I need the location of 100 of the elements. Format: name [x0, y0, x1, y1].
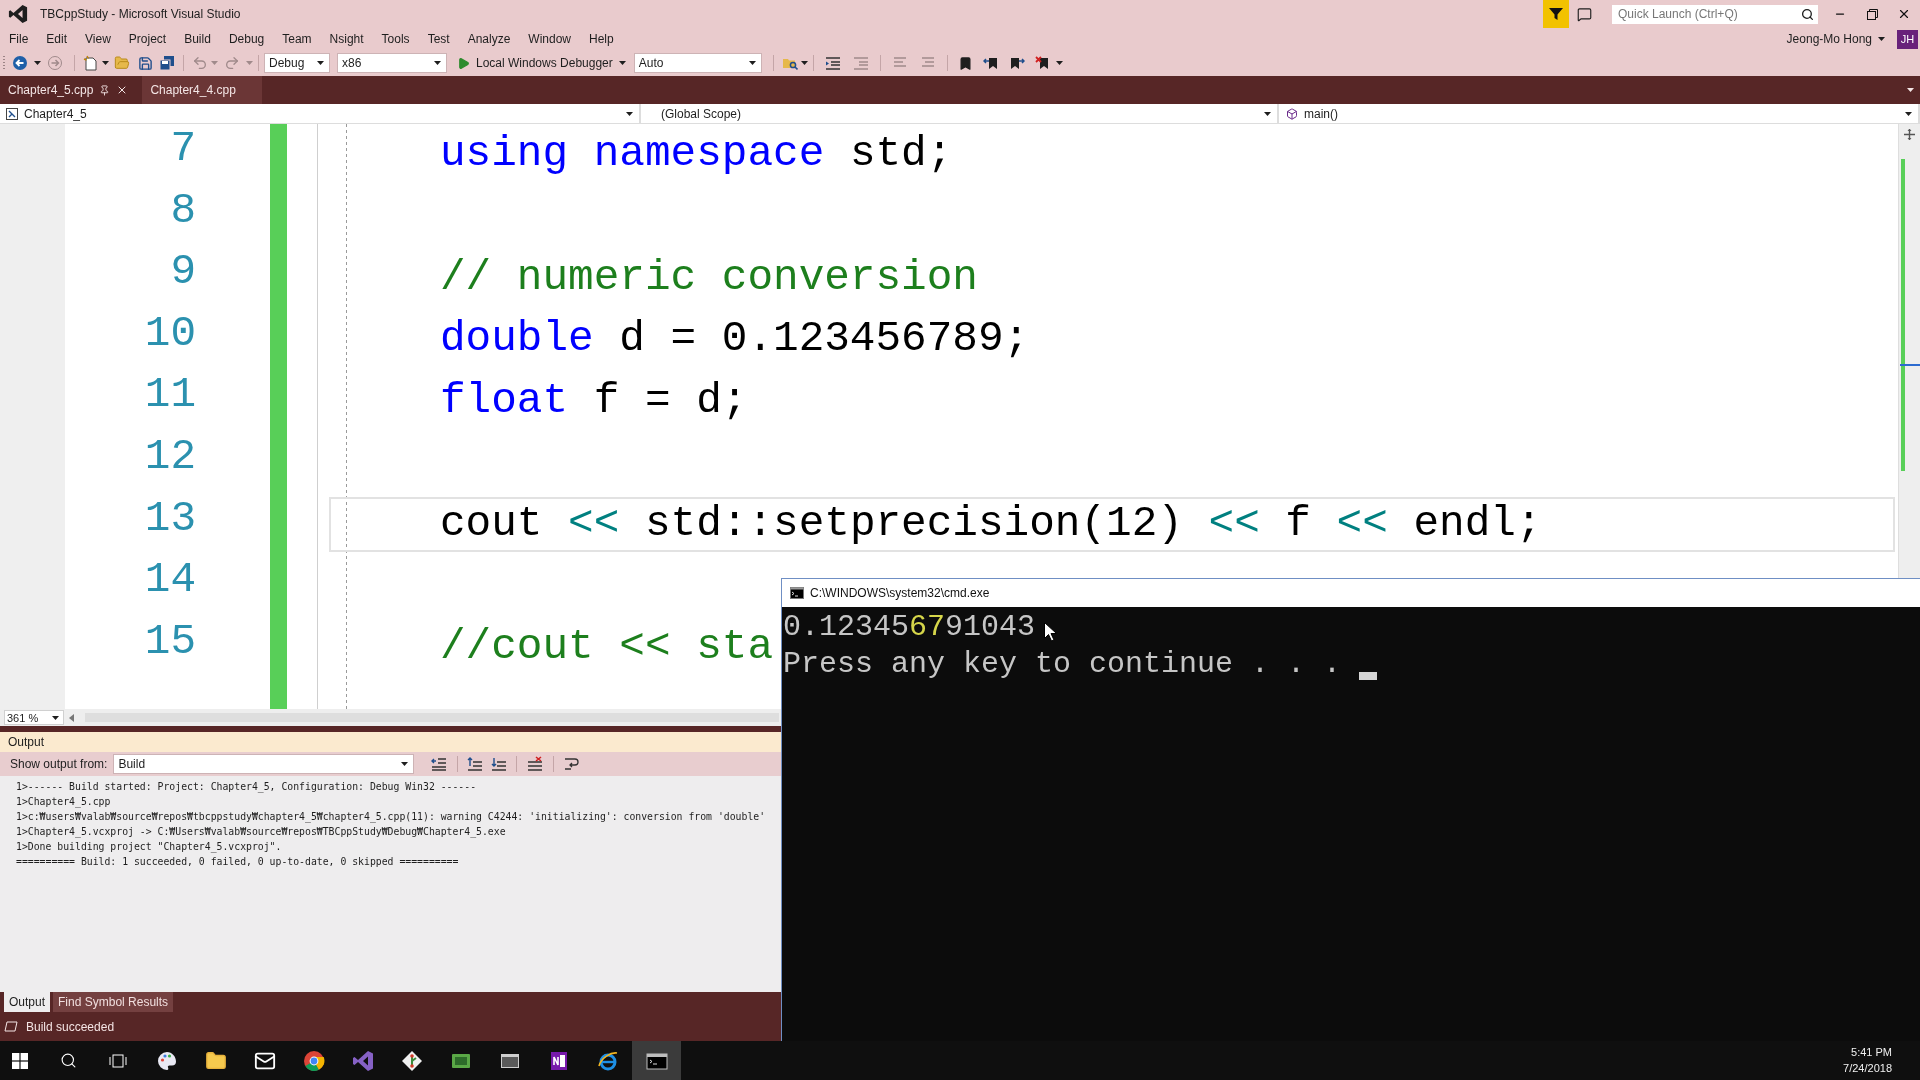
save-icon[interactable]	[138, 55, 153, 71]
output-source-dropdown[interactable]: Build	[113, 754, 415, 774]
caret-icon	[102, 61, 109, 65]
line-number: 8	[170, 185, 196, 237]
code-line: cout << std::setprecision(12) << f << endl;	[440, 503, 1542, 546]
panel-tab[interactable]: Find Symbol Results	[53, 992, 174, 1012]
ribbon-logo-icon[interactable]	[351, 1049, 374, 1072]
lines-cross-icon[interactable]	[527, 756, 544, 772]
menu-item[interactable]: Help	[580, 32, 623, 46]
search-icon[interactable]	[60, 1052, 77, 1069]
caret-icon	[626, 111, 633, 116]
split-handle-icon[interactable]	[1904, 129, 1915, 140]
caret-icon	[748, 61, 756, 65]
member-dropdown[interactable]: main()	[1279, 104, 1920, 123]
code-line: //cout << sta	[440, 626, 774, 669]
code-line: // numeric conversion	[440, 256, 978, 300]
console-output-line: 0.123456791043	[783, 609, 1036, 646]
palette-icon[interactable]	[155, 1049, 178, 1072]
new-file-icon[interactable]	[83, 55, 99, 71]
console-title: C:\WINDOWS\system32\cmd.exe	[810, 586, 990, 600]
caret-icon	[1905, 111, 1912, 116]
bookmark-arrow-icon[interactable]	[1008, 55, 1025, 71]
save-all-icon[interactable]	[159, 55, 175, 71]
project-icon	[6, 107, 18, 120]
diamond-icon[interactable]	[400, 1049, 423, 1072]
up-arrow-lines-icon[interactable]	[467, 756, 484, 772]
bookmark-icon[interactable]	[957, 55, 973, 71]
clock-date: 7/24/2018	[1843, 1062, 1892, 1075]
log-line: ========== Build: 1 succeeded, 0 failed, 0 up-to-date, 0 skipped ==========	[16, 855, 459, 869]
menu-item[interactable]: Nsight	[320, 32, 373, 46]
caret-icon	[317, 61, 324, 65]
line-number: 13	[144, 493, 196, 545]
globe-ring-icon[interactable]	[596, 1049, 619, 1072]
line-number: 9	[170, 247, 196, 299]
terminal-icon	[790, 587, 804, 599]
caret-icon	[52, 715, 59, 720]
tab-list-caret-icon	[1907, 88, 1914, 92]
output-source-label: Show output from:	[10, 757, 108, 771]
task-view-icon[interactable]	[108, 1052, 127, 1069]
close-icon	[1897, 7, 1911, 21]
folder-icon[interactable]	[204, 1049, 227, 1072]
code-line: using namespace std;	[440, 133, 953, 177]
menu-item[interactable]: Project	[119, 32, 176, 46]
log-line: 1>Chapter4_5.cpp	[16, 795, 111, 809]
vertical-scrollbar[interactable]	[1898, 124, 1920, 578]
wrap-arrow-icon[interactable]	[564, 756, 581, 772]
scope-dropdown[interactable]: (Global Scope)	[641, 104, 1279, 123]
document-tab[interactable]: Chapter4_4.cpp	[142, 76, 263, 104]
arrow-lines-icon[interactable]	[431, 756, 448, 772]
account-name[interactable]: Jeong-Mo Hong	[1786, 32, 1872, 46]
panel-tab[interactable]: Output	[4, 992, 51, 1012]
menu-item[interactable]: Tools	[372, 32, 419, 46]
menu-item[interactable]: File	[0, 32, 38, 46]
menu-item[interactable]: View	[76, 32, 120, 46]
start-icon[interactable]	[12, 1052, 28, 1069]
position-marker	[1900, 364, 1920, 366]
bookmark-cross-icon[interactable]	[1034, 55, 1051, 71]
scroll-left-icon[interactable]	[69, 713, 74, 722]
menu-item[interactable]: Debug	[219, 32, 274, 46]
caret-icon	[618, 61, 626, 65]
restore-icon	[1866, 8, 1878, 20]
code-line: float f = d;	[440, 379, 748, 423]
project-dropdown[interactable]: Chapter4_5	[0, 104, 641, 123]
zoom-dropdown[interactable]: 361 %	[4, 710, 64, 725]
code-line: double d = 0.123456789;	[440, 318, 1030, 361]
line-number: 10	[144, 308, 196, 360]
cube-icon	[1286, 107, 1298, 120]
line-number: 15	[144, 616, 196, 668]
bookmark-arrow-icon[interactable]	[982, 55, 999, 71]
back-icon[interactable]	[12, 55, 28, 71]
funnel-icon[interactable]	[1543, 0, 1569, 28]
caret-icon	[1878, 37, 1885, 41]
mode-dropdown[interactable]: Auto	[633, 53, 762, 73]
tricolor-circle-icon[interactable]	[302, 1049, 325, 1072]
log-line: 1>------ Build started: Project: Chapter4_5, Configuration: Debug Win32 ------	[16, 780, 477, 794]
down-arrow-lines-icon[interactable]	[491, 756, 508, 772]
menu-item[interactable]: Edit	[37, 32, 77, 46]
platform-dropdown[interactable]: x86	[337, 53, 447, 73]
search-icon	[1801, 7, 1814, 21]
line-number: 7	[170, 124, 196, 175]
line-number: 14	[144, 555, 196, 607]
caret-icon	[401, 762, 409, 766]
log-line: 1>c:₩users₩valab₩source₩repos₩tbcppstudy₩chapter4_5₩chapter4_5.cpp(11): warning C4244: 'initializing': conversion from 'double'	[16, 810, 766, 824]
menu-item[interactable]: Team	[273, 32, 321, 46]
account-initials[interactable]: JH	[1897, 29, 1918, 49]
speech-bubble-icon[interactable]	[1577, 6, 1592, 22]
menu-item[interactable]: Test	[418, 32, 459, 46]
configuration-dropdown[interactable]: Debug	[264, 53, 330, 73]
indent-icon[interactable]	[824, 55, 841, 71]
menu-item[interactable]: Analyze	[458, 32, 520, 46]
caret-icon	[34, 61, 41, 65]
menu-item[interactable]: Window	[519, 32, 581, 46]
menu-item[interactable]: Build	[175, 32, 220, 46]
play-icon	[457, 56, 470, 70]
pin-icon[interactable]	[99, 84, 111, 96]
start-debugger-button[interactable]: Local Windows Debugger	[453, 52, 630, 74]
caret-icon	[211, 61, 218, 65]
status-text: Build succeeded	[26, 1019, 115, 1034]
quick-launch-field[interactable]: Quick Launch (Ctrl+Q)	[1612, 4, 1818, 24]
caret-icon	[1264, 111, 1271, 116]
